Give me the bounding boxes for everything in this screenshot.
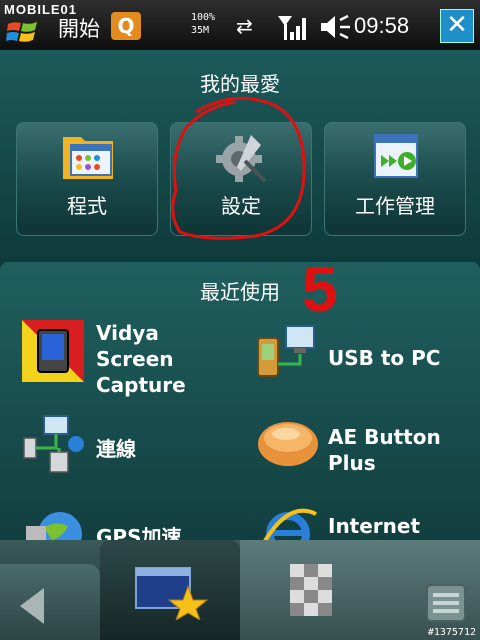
recent-item-label: Capture xyxy=(96,373,186,397)
memory-free: 35M xyxy=(191,25,210,36)
recent-item-connections[interactable]: 連線 xyxy=(96,436,136,462)
favorites-star-icon xyxy=(135,567,208,620)
tile-settings[interactable]: 設定 xyxy=(170,122,312,236)
tile-label: 設定 xyxy=(221,194,261,218)
recent-item-label: Screen xyxy=(96,347,174,371)
clock[interactable]: 09:58 xyxy=(354,13,409,39)
annotation-number: 5 xyxy=(302,253,338,325)
recent-item-gps[interactable]: GPS加速 xyxy=(96,524,181,540)
tile-programs[interactable]: 程式 xyxy=(16,122,158,236)
tile-label: 程式 xyxy=(67,194,107,218)
favorites-tab[interactable] xyxy=(100,540,240,640)
q-badge-icon[interactable]: Q xyxy=(111,12,141,40)
recent-item-label: 連線 xyxy=(96,437,136,461)
recent-panel: 最近使用 Vidya Screen Capture USB to PC 連線 A… xyxy=(0,262,480,540)
status-bar: MOBILE01 開始 Q 100% 35M ⇄ 09:58 ✕ xyxy=(0,0,480,50)
recent-item-ae-button-plus[interactable]: AE Button Plus xyxy=(328,424,441,476)
recent-item-usb-to-pc[interactable]: USB to PC xyxy=(328,345,440,371)
internet-explorer-icon[interactable] xyxy=(258,506,318,540)
vidya-screen-capture-icon[interactable] xyxy=(22,320,84,382)
usb-to-pc-icon[interactable] xyxy=(256,324,318,380)
recent-item-internet[interactable]: Internet xyxy=(328,513,420,539)
settings-gear-icon xyxy=(216,135,267,183)
memory-indicator: 100% 35M xyxy=(191,11,215,37)
tile-task-manager[interactable]: 工作管理 xyxy=(324,122,466,236)
recent-item-label: Plus xyxy=(328,451,376,475)
ae-button-plus-icon[interactable] xyxy=(256,414,320,470)
bottom-right-area xyxy=(240,540,480,640)
favorites-title: 我的最愛 xyxy=(200,72,280,96)
back-button[interactable] xyxy=(0,564,100,640)
all-programs-icon[interactable] xyxy=(290,564,332,616)
recent-item-vidya[interactable]: Vidya Screen Capture xyxy=(96,320,186,398)
recent-item-label: GPS加速 xyxy=(96,525,182,540)
watermark: #1375712 xyxy=(427,627,476,638)
back-arrow-icon xyxy=(20,588,44,624)
start-button[interactable]: 開始 xyxy=(58,13,100,43)
bottom-bar: #1375712 xyxy=(0,540,480,640)
programs-folder-icon xyxy=(63,137,113,179)
favorites-panel: 我的最愛 程式 設定 工作管理 xyxy=(0,50,480,258)
tile-label: 工作管理 xyxy=(355,194,435,218)
task-manager-icon xyxy=(374,134,418,178)
windows-flag-icon[interactable] xyxy=(6,18,40,44)
memory-percent: 100% xyxy=(191,12,216,23)
gps-accelerator-icon[interactable] xyxy=(24,506,86,540)
connections-icon[interactable] xyxy=(22,414,86,474)
recent-item-label: AE Button xyxy=(328,425,441,449)
recent-title: 最近使用 xyxy=(200,280,280,304)
sync-icon[interactable]: ⇄ xyxy=(236,14,266,38)
recent-item-label: Vidya xyxy=(96,321,159,345)
menu-list-icon[interactable] xyxy=(426,584,466,622)
recent-item-label: USB to PC xyxy=(328,346,441,370)
volume-icon[interactable] xyxy=(318,12,354,42)
recent-item-label: Internet xyxy=(328,514,421,538)
close-button[interactable]: ✕ xyxy=(440,9,474,43)
signal-strength-icon[interactable] xyxy=(276,12,310,42)
